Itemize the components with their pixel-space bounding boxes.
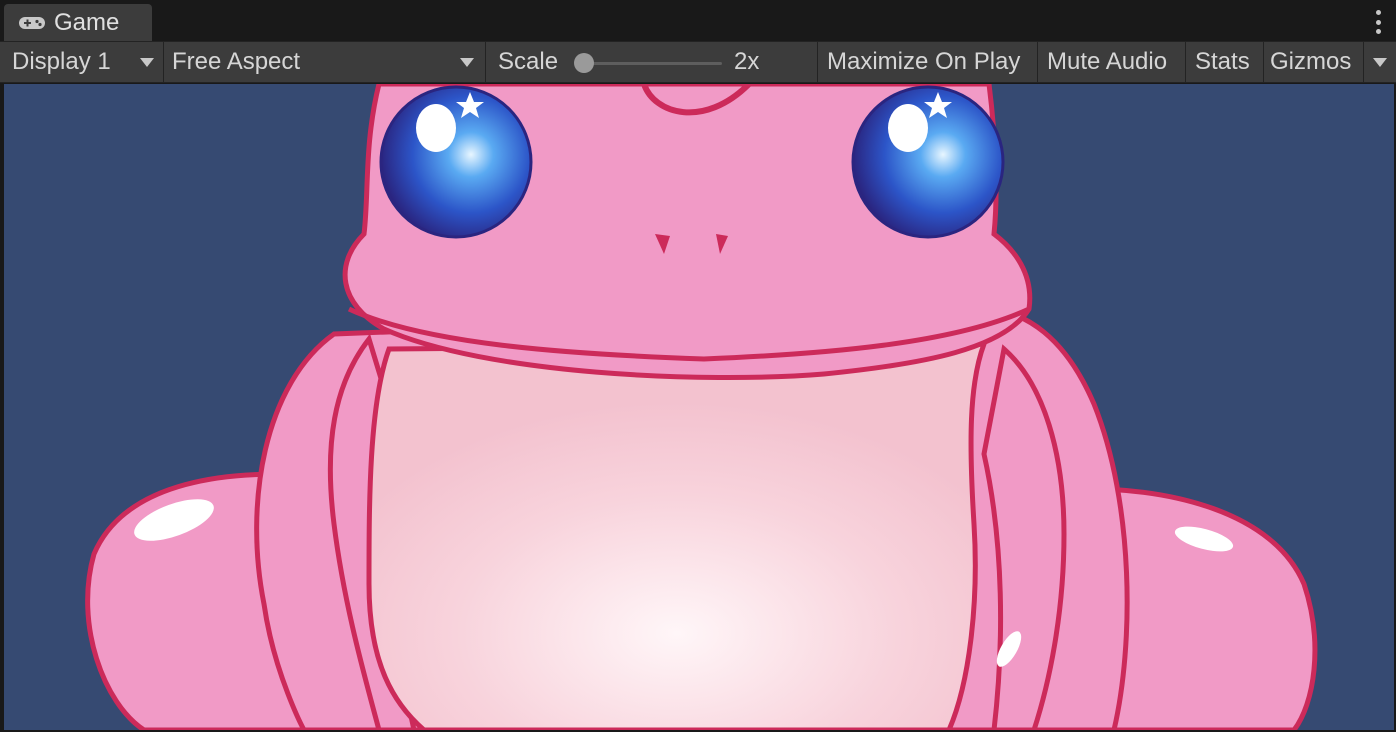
stats-label: Stats (1195, 48, 1250, 75)
aspect-label: Free Aspect (172, 48, 301, 75)
game-viewport[interactable] (4, 84, 1394, 730)
chevron-down-icon (1373, 58, 1387, 67)
left-eye-highlight (416, 104, 456, 152)
right-eye (851, 85, 1005, 239)
left-eye (379, 85, 533, 239)
scale-slider-track[interactable] (586, 62, 722, 65)
scale-value: 2x (734, 48, 760, 75)
display-label: Display 1 (12, 48, 111, 75)
tab-bar: Game (0, 0, 1396, 42)
gamepad-icon (18, 15, 46, 31)
mute-label: Mute Audio (1047, 48, 1168, 75)
maximize-on-play-toggle[interactable]: Maximize On Play (818, 42, 1038, 82)
chevron-down-icon (140, 58, 154, 67)
gizmos-label: Gizmos (1270, 48, 1352, 75)
gizmos-toggle[interactable]: Gizmos (1264, 42, 1364, 82)
right-eye-highlight (888, 104, 928, 152)
frog-belly (366, 341, 988, 730)
tab-game[interactable]: Game (4, 4, 152, 41)
mute-audio-toggle[interactable]: Mute Audio (1038, 42, 1186, 82)
more-options-icon[interactable] (1374, 10, 1382, 34)
stats-toggle[interactable]: Stats (1186, 42, 1264, 82)
aspect-dropdown[interactable]: Free Aspect (164, 42, 486, 82)
tab-label: Game (54, 8, 120, 36)
frog-scene (85, 84, 1318, 730)
display-dropdown[interactable]: Display 1 (0, 42, 164, 82)
gizmos-dropdown[interactable] (1364, 42, 1396, 82)
chevron-down-icon (460, 58, 474, 67)
maximize-label: Maximize On Play (827, 48, 1021, 75)
scale-slider-thumb[interactable] (574, 53, 594, 73)
scale-label: Scale (498, 48, 559, 75)
